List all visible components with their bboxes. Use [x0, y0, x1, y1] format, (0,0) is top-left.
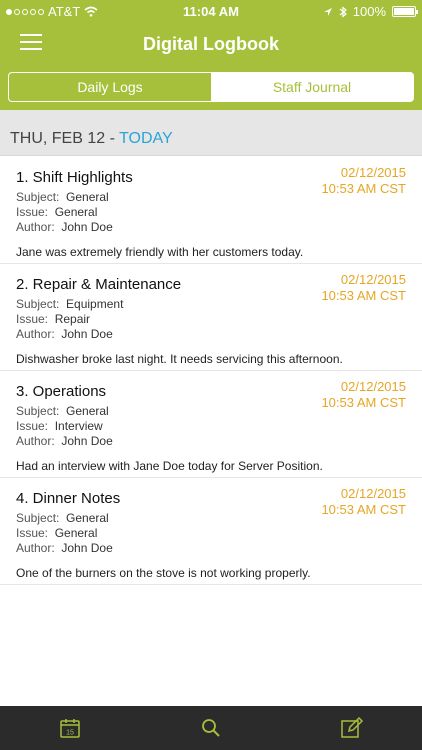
entry-issue: Issue: Repair	[16, 312, 91, 326]
calendar-icon: 15	[60, 719, 81, 738]
entry-author: Author: John Doe	[16, 327, 113, 341]
bluetooth-icon	[339, 5, 347, 18]
log-entry[interactable]: 4. Dinner Notes Subject: General Issue: …	[0, 478, 422, 585]
entry-time: 10:53 AM CST	[321, 395, 406, 410]
entry-timestamp: 02/12/2015 10:53 AM CST	[321, 379, 406, 411]
bottom-tab-bar: 15	[0, 706, 422, 750]
battery-icon	[392, 6, 418, 17]
entry-date: 02/12/2015	[340, 165, 406, 180]
nav-bar: Digital Logbook	[0, 22, 422, 66]
entry-timestamp: 02/12/2015 10:53 AM CST	[321, 486, 406, 518]
entry-time: 10:53 AM CST	[321, 502, 406, 517]
entry-date: 02/12/2015	[340, 379, 406, 394]
entry-note: Had an interview with Jane Doe today for…	[16, 459, 323, 473]
calendar-day-label: 15	[66, 730, 74, 737]
log-entry[interactable]: 1. Shift Highlights Subject: General Iss…	[0, 157, 422, 264]
entry-author: Author: John Doe	[16, 541, 113, 555]
entry-issue: Issue: General	[16, 205, 98, 219]
entry-date: 02/12/2015	[340, 272, 406, 287]
entry-time: 10:53 AM CST	[321, 288, 406, 303]
today-label: TODAY	[119, 130, 173, 147]
date-label: THU, FEB 12 -	[10, 130, 120, 147]
tab-staff-journal[interactable]: Staff Journal	[211, 73, 413, 101]
search-icon	[202, 719, 220, 737]
entry-time: 10:53 AM CST	[321, 181, 406, 196]
log-entry[interactable]: 3. Operations Subject: General Issue: In…	[0, 371, 422, 478]
page-title: Digital Logbook	[143, 34, 279, 54]
log-type-segmented-control: Daily Logs Staff Journal	[8, 72, 414, 102]
compose-icon	[340, 716, 363, 738]
entry-author: Author: John Doe	[16, 434, 113, 448]
entry-timestamp: 02/12/2015 10:53 AM CST	[321, 272, 406, 304]
tab-search[interactable]	[141, 706, 282, 750]
tab-daily-logs[interactable]: Daily Logs	[9, 73, 211, 101]
location-icon	[323, 7, 332, 16]
tab-calendar[interactable]: 15	[0, 706, 141, 750]
entry-note: Jane was extremely friendly with her cus…	[16, 245, 304, 259]
entry-note: Dishwasher broke last night. It needs se…	[16, 352, 343, 366]
status-bar: AT&T 11:04 AM 100%	[0, 0, 422, 22]
log-entry[interactable]: 2. Repair & Maintenance Subject: Equipme…	[0, 264, 422, 371]
entry-issue: Issue: General	[16, 526, 98, 540]
entry-date: 02/12/2015	[340, 486, 406, 501]
app-header: AT&T 11:04 AM 100% Digital Logbook Daily…	[0, 0, 422, 110]
status-right: 100%	[323, 4, 418, 19]
log-entry-list: 1. Shift Highlights Subject: General Iss…	[0, 157, 422, 585]
entry-issue: Issue: Interview	[16, 419, 103, 433]
tab-compose[interactable]	[281, 706, 422, 750]
entry-timestamp: 02/12/2015 10:53 AM CST	[321, 165, 406, 197]
entry-note: One of the burners on the stove is not w…	[16, 566, 311, 580]
date-section-header: THU, FEB 12 - TODAY	[0, 110, 422, 156]
battery-percent: 100%	[352, 4, 386, 19]
entry-author: Author: John Doe	[16, 220, 113, 234]
